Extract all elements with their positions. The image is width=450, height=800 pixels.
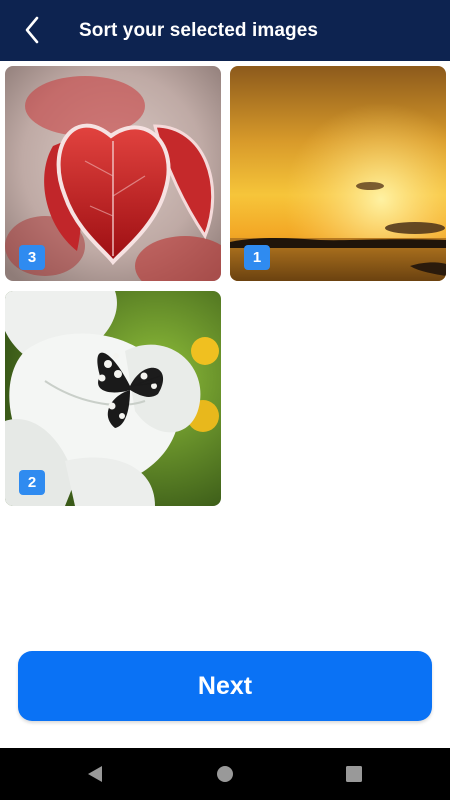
- image-tile-red-leaf[interactable]: 3: [5, 66, 221, 281]
- system-navigation-bar: [0, 748, 450, 800]
- image-tile-sunset[interactable]: 1: [230, 66, 446, 281]
- home-circle-icon: [217, 766, 233, 782]
- top-app-bar: Sort your selected images: [0, 0, 450, 61]
- chevron-left-icon: [25, 16, 39, 44]
- sort-order-badge: 2: [19, 470, 45, 495]
- nav-recents-button[interactable]: [341, 761, 367, 787]
- page-title: Sort your selected images: [79, 20, 319, 41]
- recents-square-icon: [346, 766, 362, 782]
- image-tile-butterfly[interactable]: 2: [5, 291, 221, 506]
- next-button[interactable]: Next: [18, 651, 432, 721]
- nav-home-button[interactable]: [212, 761, 238, 787]
- sort-order-badge: 3: [19, 245, 45, 270]
- back-triangle-icon: [88, 766, 102, 782]
- sort-order-badge: 1: [244, 245, 270, 270]
- back-button[interactable]: [14, 12, 50, 48]
- nav-back-button[interactable]: [82, 761, 108, 787]
